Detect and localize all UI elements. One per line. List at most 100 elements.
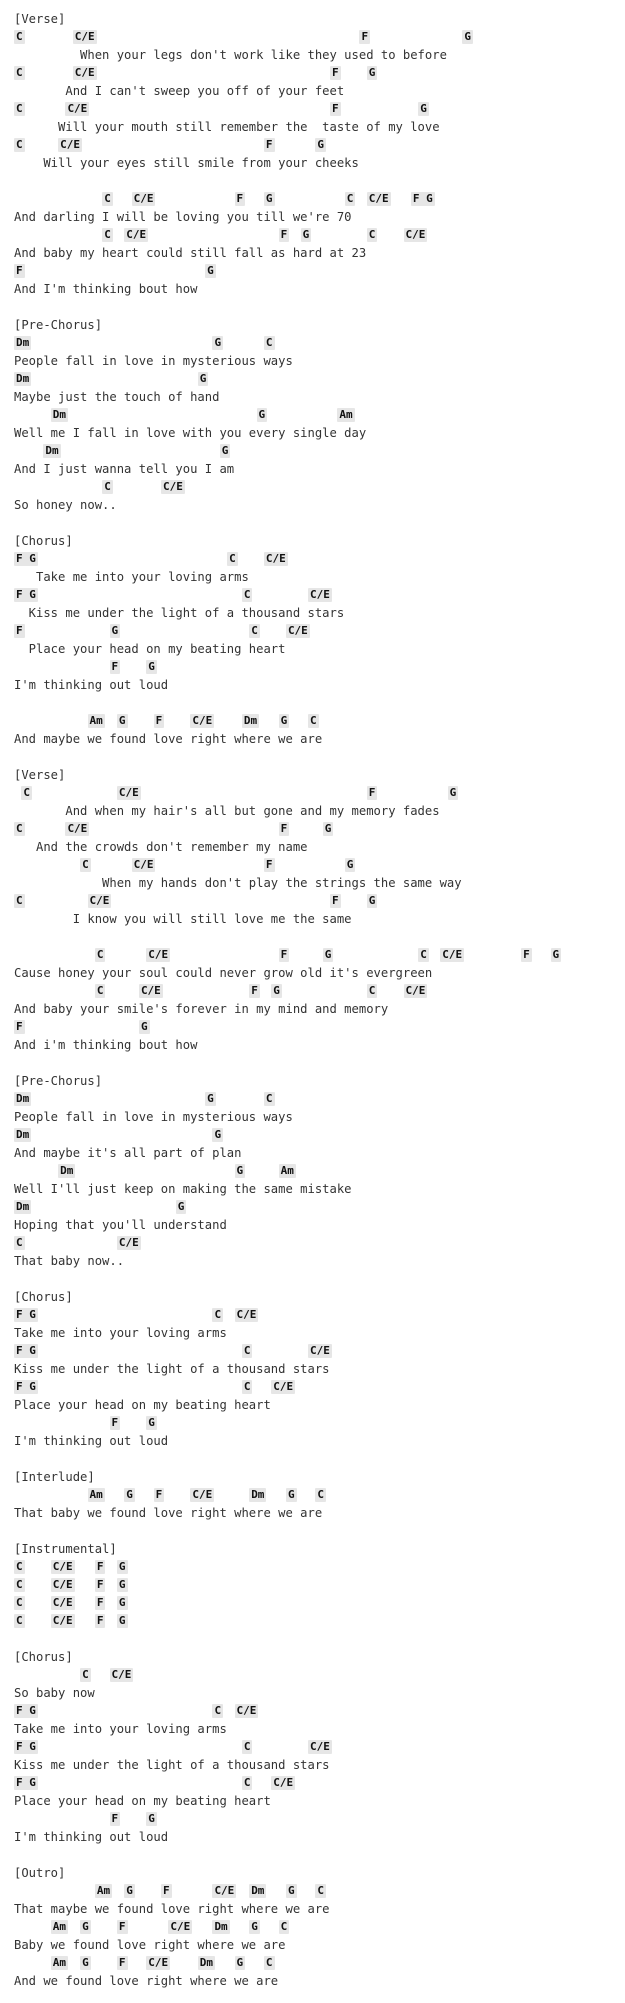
chord[interactable]: G bbox=[124, 1488, 135, 1502]
chord[interactable]: C bbox=[102, 228, 113, 242]
chord[interactable]: C bbox=[308, 714, 319, 728]
chord[interactable]: F bbox=[234, 192, 246, 206]
chord[interactable]: C bbox=[278, 1920, 290, 1934]
chord[interactable]: C bbox=[212, 1704, 224, 1718]
chord[interactable]: C bbox=[14, 1578, 25, 1592]
chord[interactable]: G bbox=[285, 1488, 297, 1502]
chord[interactable]: F bbox=[359, 30, 371, 44]
chord[interactable]: C bbox=[102, 480, 113, 494]
chord[interactable]: G bbox=[124, 1884, 135, 1898]
chord[interactable]: F bbox=[278, 822, 290, 836]
chord[interactable]: F G bbox=[410, 192, 435, 206]
chord[interactable]: F bbox=[521, 948, 532, 962]
chord[interactable]: Am bbox=[337, 408, 355, 422]
chord[interactable]: C/E bbox=[190, 714, 215, 728]
chord[interactable]: C/E bbox=[50, 1578, 75, 1592]
chord[interactable]: F bbox=[14, 1020, 25, 1034]
chord[interactable]: C bbox=[21, 786, 32, 800]
chord[interactable]: C bbox=[212, 1308, 224, 1322]
chord[interactable]: G bbox=[146, 1812, 157, 1826]
chord[interactable]: C/E bbox=[109, 1668, 134, 1682]
chord[interactable]: F bbox=[109, 660, 121, 674]
chord[interactable]: F bbox=[153, 1488, 165, 1502]
chord[interactable]: C bbox=[14, 1560, 25, 1574]
chord[interactable]: G bbox=[300, 228, 312, 242]
chord[interactable]: C/E bbox=[190, 1488, 215, 1502]
chord[interactable]: C bbox=[14, 1236, 25, 1250]
chord[interactable]: C bbox=[14, 138, 25, 152]
chord[interactable]: C bbox=[241, 1380, 253, 1394]
chord[interactable]: C bbox=[80, 1668, 91, 1682]
chord[interactable]: Dm bbox=[14, 1128, 32, 1142]
chord[interactable]: C bbox=[94, 948, 106, 962]
chord[interactable]: F bbox=[94, 1614, 106, 1628]
chord[interactable]: G bbox=[366, 894, 378, 908]
chord[interactable]: G bbox=[366, 66, 378, 80]
chord[interactable]: G bbox=[418, 102, 429, 116]
chord[interactable]: Am bbox=[94, 1884, 113, 1898]
chord[interactable]: C/E bbox=[72, 30, 97, 44]
chord[interactable]: C/E bbox=[124, 228, 149, 242]
chord[interactable]: C bbox=[14, 822, 25, 836]
chord[interactable]: C/E bbox=[168, 1920, 193, 1934]
chord[interactable]: C/E bbox=[50, 1614, 75, 1628]
chord[interactable]: Dm bbox=[212, 1920, 230, 1934]
chord[interactable]: F G bbox=[14, 1380, 38, 1394]
chord[interactable]: F bbox=[249, 984, 260, 998]
chord[interactable]: C/E bbox=[116, 1236, 141, 1250]
chord[interactable]: G bbox=[109, 624, 121, 638]
chord[interactable]: F G bbox=[14, 1344, 38, 1358]
chord[interactable]: C bbox=[241, 1344, 253, 1358]
chord[interactable]: G bbox=[278, 714, 290, 728]
chord[interactable]: Dm bbox=[14, 1200, 32, 1214]
chord[interactable]: F bbox=[116, 1956, 128, 1970]
chord[interactable]: Am bbox=[50, 1920, 68, 1934]
chord[interactable]: F G bbox=[14, 1740, 38, 1754]
chord[interactable]: Dm bbox=[14, 372, 32, 386]
chord[interactable]: C/E bbox=[116, 786, 141, 800]
chord[interactable]: G bbox=[146, 1416, 157, 1430]
chord[interactable]: G bbox=[550, 948, 562, 962]
chord[interactable]: F bbox=[94, 1578, 106, 1592]
chord[interactable]: C/E bbox=[308, 1740, 332, 1754]
chord[interactable]: F G bbox=[14, 1776, 38, 1790]
chord[interactable]: Dm bbox=[249, 1884, 267, 1898]
chord[interactable]: Am bbox=[278, 1164, 296, 1178]
chord[interactable]: C bbox=[14, 66, 25, 80]
chord[interactable]: Dm bbox=[241, 714, 260, 728]
chord[interactable]: C/E bbox=[131, 858, 156, 872]
chord[interactable]: C bbox=[14, 1596, 25, 1610]
chord[interactable]: G bbox=[175, 1200, 187, 1214]
chord[interactable]: C bbox=[241, 588, 253, 602]
chord[interactable]: F bbox=[366, 786, 378, 800]
chord[interactable]: G bbox=[256, 408, 268, 422]
chord[interactable]: C bbox=[263, 1956, 275, 1970]
chord[interactable]: G bbox=[138, 1020, 150, 1034]
chord[interactable]: G bbox=[234, 1164, 246, 1178]
chord[interactable]: C bbox=[249, 624, 260, 638]
chord[interactable]: C/E bbox=[234, 1704, 259, 1718]
chord[interactable]: C/E bbox=[87, 894, 112, 908]
chord[interactable]: G bbox=[116, 1614, 128, 1628]
chord[interactable]: Dm bbox=[58, 1164, 76, 1178]
chord[interactable]: C bbox=[227, 552, 238, 566]
chord[interactable]: G bbox=[322, 822, 334, 836]
chord[interactable]: C/E bbox=[308, 588, 332, 602]
chord[interactable]: F bbox=[278, 948, 290, 962]
chord[interactable]: G bbox=[146, 660, 157, 674]
chord[interactable]: C bbox=[80, 858, 91, 872]
chord[interactable]: C bbox=[315, 1488, 326, 1502]
chord[interactable]: G bbox=[219, 444, 231, 458]
chord[interactable]: F bbox=[263, 858, 275, 872]
chord[interactable]: G bbox=[447, 786, 459, 800]
chord[interactable]: C/E bbox=[72, 66, 97, 80]
chord[interactable]: F G bbox=[14, 552, 38, 566]
chord[interactable]: C/E bbox=[403, 984, 428, 998]
chord[interactable]: F bbox=[263, 138, 275, 152]
chord[interactable]: Am bbox=[50, 1956, 68, 1970]
chord[interactable]: C/E bbox=[271, 1380, 296, 1394]
chord[interactable]: F bbox=[330, 102, 341, 116]
chord[interactable]: G bbox=[322, 948, 334, 962]
chord[interactable]: G bbox=[80, 1920, 91, 1934]
chord[interactable]: G bbox=[80, 1956, 91, 1970]
